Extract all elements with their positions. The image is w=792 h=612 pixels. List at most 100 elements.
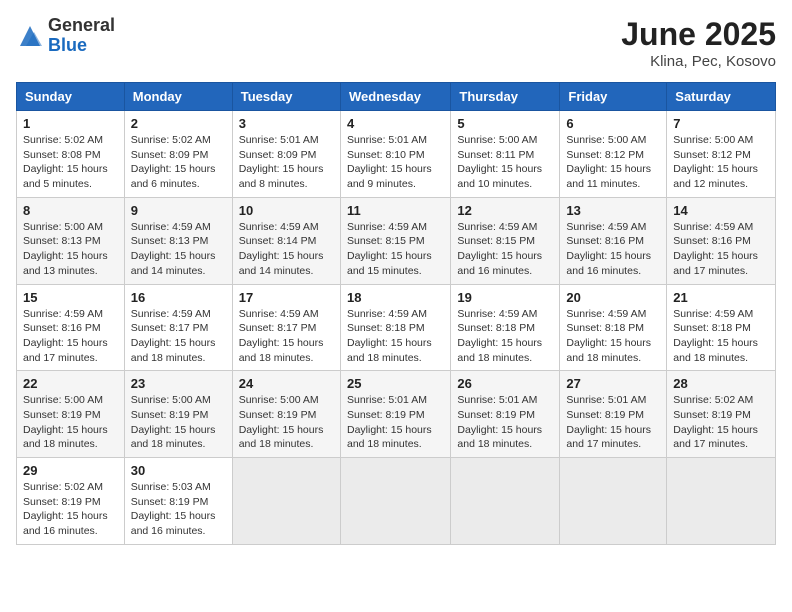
day-info: Sunrise: 4:59 AMSunset: 8:16 PMDaylight:… (23, 307, 118, 366)
day-info: Sunrise: 5:01 AMSunset: 8:19 PMDaylight:… (347, 393, 444, 452)
table-row: 7 Sunrise: 5:00 AMSunset: 8:12 PMDayligh… (667, 111, 776, 198)
table-row: 12 Sunrise: 4:59 AMSunset: 8:15 PMDaylig… (451, 197, 560, 284)
table-row (340, 458, 450, 545)
day-info: Sunrise: 5:00 AMSunset: 8:19 PMDaylight:… (23, 393, 118, 452)
calendar-header-row: Sunday Monday Tuesday Wednesday Thursday… (17, 83, 776, 111)
day-number: 5 (457, 116, 553, 131)
day-number: 9 (131, 203, 226, 218)
calendar-week-row: 8 Sunrise: 5:00 AMSunset: 8:13 PMDayligh… (17, 197, 776, 284)
day-number: 6 (566, 116, 660, 131)
table-row: 23 Sunrise: 5:00 AMSunset: 8:19 PMDaylig… (124, 371, 232, 458)
day-number: 8 (23, 203, 118, 218)
day-info: Sunrise: 4:59 AMSunset: 8:17 PMDaylight:… (239, 307, 334, 366)
table-row: 3 Sunrise: 5:01 AMSunset: 8:09 PMDayligh… (232, 111, 340, 198)
day-number: 13 (566, 203, 660, 218)
day-info: Sunrise: 4:59 AMSunset: 8:16 PMDaylight:… (673, 220, 769, 279)
table-row: 28 Sunrise: 5:02 AMSunset: 8:19 PMDaylig… (667, 371, 776, 458)
table-row: 9 Sunrise: 4:59 AMSunset: 8:13 PMDayligh… (124, 197, 232, 284)
logo-text: General Blue (48, 16, 115, 56)
table-row (232, 458, 340, 545)
table-row (667, 458, 776, 545)
table-row: 2 Sunrise: 5:02 AMSunset: 8:09 PMDayligh… (124, 111, 232, 198)
calendar-week-row: 15 Sunrise: 4:59 AMSunset: 8:16 PMDaylig… (17, 284, 776, 371)
day-number: 12 (457, 203, 553, 218)
day-number: 1 (23, 116, 118, 131)
day-number: 14 (673, 203, 769, 218)
day-number: 23 (131, 376, 226, 391)
month-title: June 2025 (621, 16, 776, 53)
day-info: Sunrise: 5:00 AMSunset: 8:12 PMDaylight:… (673, 133, 769, 192)
day-info: Sunrise: 4:59 AMSunset: 8:14 PMDaylight:… (239, 220, 334, 279)
table-row: 17 Sunrise: 4:59 AMSunset: 8:17 PMDaylig… (232, 284, 340, 371)
table-row: 26 Sunrise: 5:01 AMSunset: 8:19 PMDaylig… (451, 371, 560, 458)
col-sunday: Sunday (17, 83, 125, 111)
day-number: 27 (566, 376, 660, 391)
table-row: 4 Sunrise: 5:01 AMSunset: 8:10 PMDayligh… (340, 111, 450, 198)
day-number: 17 (239, 290, 334, 305)
day-number: 20 (566, 290, 660, 305)
day-number: 11 (347, 203, 444, 218)
location-label: Klina, Pec, Kosovo (621, 53, 776, 70)
table-row: 20 Sunrise: 4:59 AMSunset: 8:18 PMDaylig… (560, 284, 667, 371)
calendar-week-row: 1 Sunrise: 5:02 AMSunset: 8:08 PMDayligh… (17, 111, 776, 198)
col-friday: Friday (560, 83, 667, 111)
day-number: 3 (239, 116, 334, 131)
day-number: 22 (23, 376, 118, 391)
day-number: 4 (347, 116, 444, 131)
day-info: Sunrise: 4:59 AMSunset: 8:18 PMDaylight:… (673, 307, 769, 366)
day-number: 16 (131, 290, 226, 305)
table-row: 5 Sunrise: 5:00 AMSunset: 8:11 PMDayligh… (451, 111, 560, 198)
table-row (451, 458, 560, 545)
day-info: Sunrise: 4:59 AMSunset: 8:18 PMDaylight:… (457, 307, 553, 366)
calendar-week-row: 22 Sunrise: 5:00 AMSunset: 8:19 PMDaylig… (17, 371, 776, 458)
table-row: 1 Sunrise: 5:02 AMSunset: 8:08 PMDayligh… (17, 111, 125, 198)
logo-icon (16, 22, 44, 50)
day-number: 25 (347, 376, 444, 391)
table-row: 24 Sunrise: 5:00 AMSunset: 8:19 PMDaylig… (232, 371, 340, 458)
day-number: 19 (457, 290, 553, 305)
table-row: 13 Sunrise: 4:59 AMSunset: 8:16 PMDaylig… (560, 197, 667, 284)
day-info: Sunrise: 4:59 AMSunset: 8:13 PMDaylight:… (131, 220, 226, 279)
col-wednesday: Wednesday (340, 83, 450, 111)
logo: General Blue (16, 16, 115, 56)
day-info: Sunrise: 5:00 AMSunset: 8:11 PMDaylight:… (457, 133, 553, 192)
table-row: 6 Sunrise: 5:00 AMSunset: 8:12 PMDayligh… (560, 111, 667, 198)
table-row: 22 Sunrise: 5:00 AMSunset: 8:19 PMDaylig… (17, 371, 125, 458)
day-info: Sunrise: 5:00 AMSunset: 8:19 PMDaylight:… (131, 393, 226, 452)
day-info: Sunrise: 5:00 AMSunset: 8:12 PMDaylight:… (566, 133, 660, 192)
table-row: 14 Sunrise: 4:59 AMSunset: 8:16 PMDaylig… (667, 197, 776, 284)
day-number: 15 (23, 290, 118, 305)
day-info: Sunrise: 4:59 AMSunset: 8:16 PMDaylight:… (566, 220, 660, 279)
day-info: Sunrise: 5:01 AMSunset: 8:09 PMDaylight:… (239, 133, 334, 192)
table-row: 19 Sunrise: 4:59 AMSunset: 8:18 PMDaylig… (451, 284, 560, 371)
table-row (560, 458, 667, 545)
col-saturday: Saturday (667, 83, 776, 111)
day-info: Sunrise: 5:02 AMSunset: 8:08 PMDaylight:… (23, 133, 118, 192)
table-row: 29 Sunrise: 5:02 AMSunset: 8:19 PMDaylig… (17, 458, 125, 545)
title-block: June 2025 Klina, Pec, Kosovo (621, 16, 776, 70)
table-row: 30 Sunrise: 5:03 AMSunset: 8:19 PMDaylig… (124, 458, 232, 545)
day-info: Sunrise: 4:59 AMSunset: 8:18 PMDaylight:… (566, 307, 660, 366)
table-row: 10 Sunrise: 4:59 AMSunset: 8:14 PMDaylig… (232, 197, 340, 284)
day-number: 21 (673, 290, 769, 305)
col-tuesday: Tuesday (232, 83, 340, 111)
day-number: 7 (673, 116, 769, 131)
day-number: 30 (131, 463, 226, 478)
day-info: Sunrise: 4:59 AMSunset: 8:15 PMDaylight:… (347, 220, 444, 279)
day-info: Sunrise: 5:01 AMSunset: 8:19 PMDaylight:… (457, 393, 553, 452)
table-row: 27 Sunrise: 5:01 AMSunset: 8:19 PMDaylig… (560, 371, 667, 458)
calendar-week-row: 29 Sunrise: 5:02 AMSunset: 8:19 PMDaylig… (17, 458, 776, 545)
table-row: 25 Sunrise: 5:01 AMSunset: 8:19 PMDaylig… (340, 371, 450, 458)
day-info: Sunrise: 5:01 AMSunset: 8:19 PMDaylight:… (566, 393, 660, 452)
table-row: 18 Sunrise: 4:59 AMSunset: 8:18 PMDaylig… (340, 284, 450, 371)
page-header: General Blue June 2025 Klina, Pec, Kosov… (16, 16, 776, 70)
day-number: 26 (457, 376, 553, 391)
day-info: Sunrise: 4:59 AMSunset: 8:17 PMDaylight:… (131, 307, 226, 366)
day-number: 24 (239, 376, 334, 391)
calendar-table: Sunday Monday Tuesday Wednesday Thursday… (16, 82, 776, 545)
day-info: Sunrise: 5:02 AMSunset: 8:19 PMDaylight:… (673, 393, 769, 452)
day-number: 10 (239, 203, 334, 218)
day-info: Sunrise: 5:00 AMSunset: 8:19 PMDaylight:… (239, 393, 334, 452)
day-info: Sunrise: 4:59 AMSunset: 8:15 PMDaylight:… (457, 220, 553, 279)
day-number: 18 (347, 290, 444, 305)
